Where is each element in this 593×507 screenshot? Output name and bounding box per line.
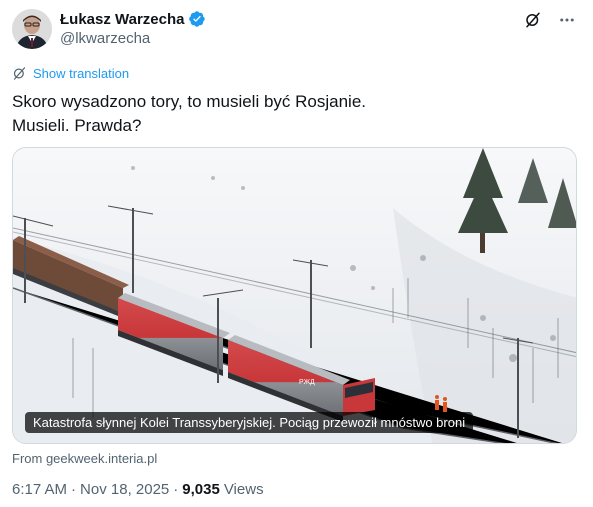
show-translation-label: Show translation xyxy=(33,66,130,81)
source-link[interactable]: From geekweek.interia.pl xyxy=(12,451,157,466)
separator-dot: · xyxy=(71,481,77,498)
verified-badge-icon[interactable] xyxy=(188,10,206,28)
views-count: 9,035 xyxy=(182,481,220,498)
media-caption: Katastrofa słynnej Kolei Transsyberyjski… xyxy=(25,412,474,433)
views-label: Views xyxy=(223,481,264,498)
tweet-meta: 6:17 AM · Nov 18, 2025 · 9,035 Views xyxy=(12,481,264,498)
separator-dot: · xyxy=(173,481,179,498)
grok-icon[interactable] xyxy=(523,10,543,30)
tweet-date[interactable]: Nov 18, 2025 xyxy=(80,481,169,498)
show-translation-link[interactable]: Show translation xyxy=(12,66,129,81)
tweet-line-1: Skoro wysadzono tory, to musieli być Ros… xyxy=(12,92,367,111)
more-icon[interactable] xyxy=(557,10,577,30)
top-actions xyxy=(523,10,577,30)
tweet-time[interactable]: 6:17 AM xyxy=(12,481,67,498)
tweet-text: Skoro wysadzono tory, to musieli być Ros… xyxy=(12,90,572,138)
translate-icon xyxy=(13,67,26,80)
locomotive-badge: РЖД xyxy=(299,379,315,386)
display-name[interactable]: Łukasz Warzecha xyxy=(60,11,185,28)
author-block: Łukasz Warzecha @lkwarzecha xyxy=(60,9,206,47)
handle[interactable]: @lkwarzecha xyxy=(60,30,206,47)
tweet-line-2: Musieli. Prawda? xyxy=(12,116,142,135)
avatar[interactable] xyxy=(12,9,52,49)
train-photo: РЖД xyxy=(13,148,576,443)
tweet-media[interactable]: РЖД Katastrofa słynnej Kolei Transsybery… xyxy=(12,147,577,444)
